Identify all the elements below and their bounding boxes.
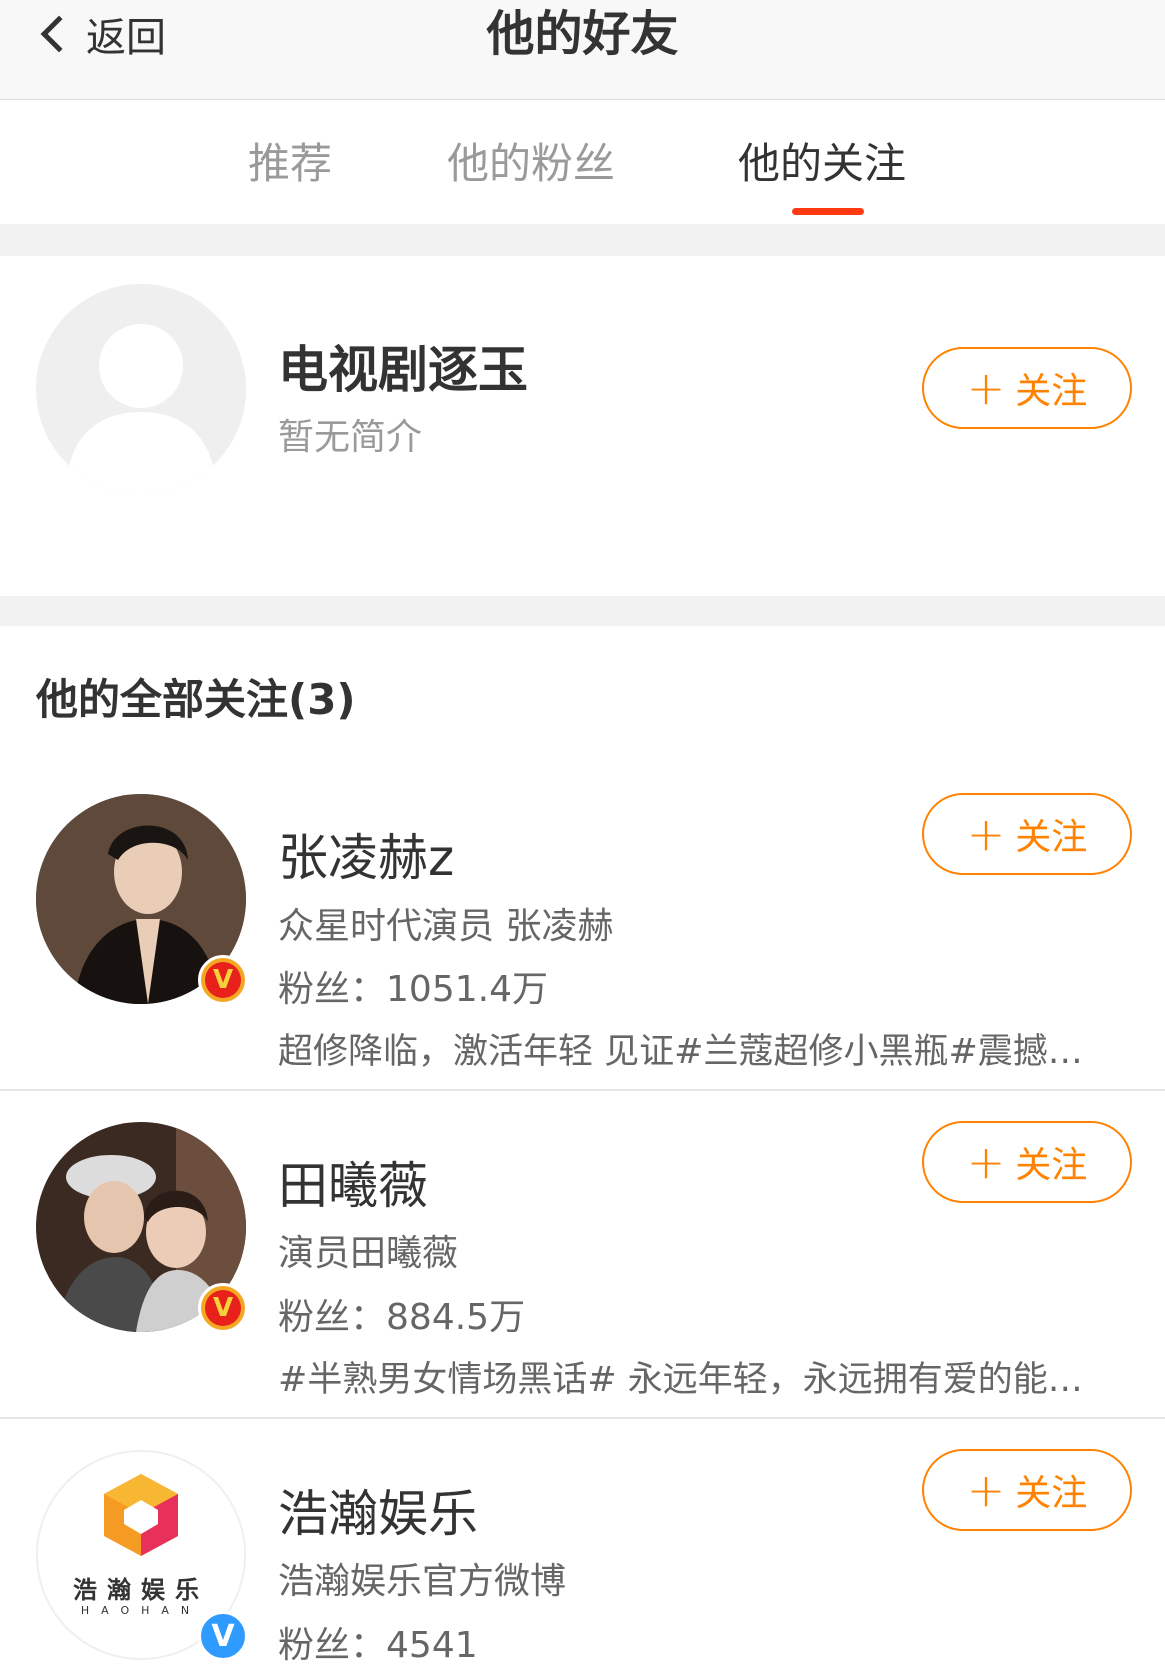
blue-v-badge: V [198, 1611, 248, 1661]
fans-count: 粉丝：1051.4万 [278, 960, 548, 1012]
follow-button-label: 关注 [1015, 371, 1088, 412]
section-gap [0, 224, 1165, 256]
fans-value: 884.5万 [386, 1297, 526, 1338]
fans-count: 粉丝：884.5万 [278, 1288, 525, 1340]
follow-button[interactable]: + 关注 [922, 1449, 1132, 1531]
section-gap [0, 596, 1165, 626]
fans-value: 1051.4万 [386, 969, 548, 1010]
plus-icon: + [966, 1463, 1006, 1517]
follow-button-label: 关注 [1015, 1473, 1088, 1514]
section-title: 他的全部关注(3) [36, 675, 356, 724]
fans-label: 粉丝： [278, 969, 387, 1010]
latest-post[interactable]: #半熟男女情场黑话# 永远年轻，永远拥有爱的能力... [278, 1351, 1098, 1402]
divider [0, 1417, 1165, 1419]
plus-icon: + [966, 361, 1006, 415]
follow-button[interactable]: + 关注 [922, 793, 1132, 875]
user-bio: 演员田曦薇 [278, 1233, 459, 1274]
plus-icon: + [966, 1135, 1006, 1189]
nav-bar: 返回 他的好友 [0, 0, 1165, 100]
tab-recommended[interactable]: 推荐 [248, 130, 332, 191]
active-tab-indicator [792, 208, 864, 215]
default-avatar-icon [36, 284, 246, 494]
tab-bar: 推荐 他的粉丝 他的关注 [0, 100, 1165, 224]
tab-followers[interactable]: 他的粉丝 [447, 130, 615, 191]
fans-value: 4541 [386, 1625, 478, 1666]
user-bio: 浩瀚娱乐官方微博 [278, 1561, 567, 1602]
latest-post[interactable]: 超修降临，激活年轻 见证#兰蔻超修小黑瓶#震撼登... [278, 1023, 1098, 1074]
user-bio: 众星时代演员 张凌赫 [278, 906, 614, 947]
gold-v-badge: V [198, 1283, 248, 1333]
follow-button[interactable]: + 关注 [922, 347, 1132, 429]
plus-icon: + [966, 807, 1006, 861]
user-name[interactable]: 浩瀚娱乐 [278, 1474, 478, 1546]
follow-button[interactable]: + 关注 [922, 1121, 1132, 1203]
follow-button-label: 关注 [1015, 1145, 1088, 1186]
user-name[interactable]: 张凌赫z [278, 818, 454, 890]
divider [0, 1089, 1165, 1091]
fans-count: 粉丝：4541 [278, 1616, 478, 1668]
logo-text: 浩瀚娱乐 [73, 1576, 209, 1604]
user-name[interactable]: 田曦薇 [278, 1146, 428, 1218]
page-title: 他的好友 [486, 6, 679, 62]
follow-button-label: 关注 [1015, 817, 1088, 858]
fans-label: 粉丝： [278, 1297, 387, 1338]
tab-following[interactable]: 他的关注 [738, 130, 906, 191]
fans-label: 粉丝： [278, 1625, 387, 1666]
gold-v-badge: V [198, 955, 248, 1005]
recommended-name[interactable]: 电视剧逐玉 [278, 330, 528, 402]
recommended-bio: 暂无简介 [278, 417, 423, 458]
